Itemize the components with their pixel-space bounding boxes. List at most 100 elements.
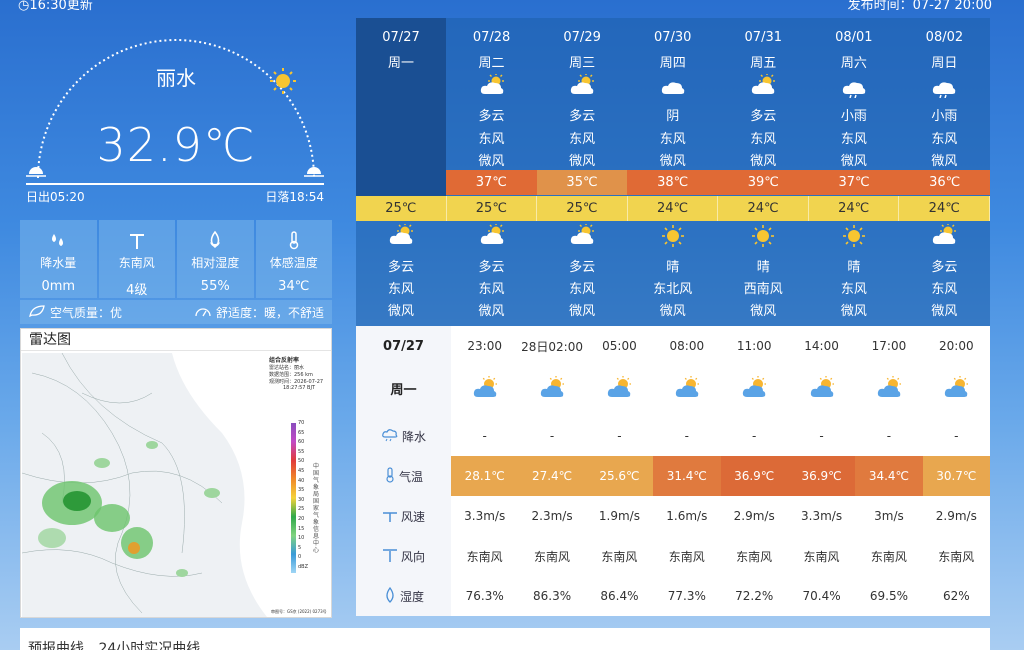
humidity-icon [177, 230, 254, 252]
hourly-humidity: 62% [942, 589, 970, 603]
hourly-humidity: 72.2% [735, 589, 774, 603]
day-weather: 小雨 [931, 109, 958, 124]
day-wind-direction: 东风 [659, 132, 686, 147]
forecast-weekday: 周三 [569, 56, 596, 71]
partly-cloudy-night-icon [356, 223, 446, 248]
light-rain-icon [899, 74, 989, 99]
current-stats: 降水量 0mm 东南风 4级 相对湿度 55% 体感温度 34℃ [20, 220, 332, 298]
forecast-day-0[interactable]: 07/27 周一 多云 东风 微风 [356, 18, 446, 319]
hourly-rain: - [684, 429, 689, 443]
hourly-wind-speed: 1.9m/s [598, 509, 640, 523]
night-wind-direction: 东风 [478, 282, 505, 297]
day-weather: 多云 [750, 109, 777, 124]
forecast-weekday: 周五 [750, 56, 777, 71]
hourly-temp: 25.6℃ [585, 456, 654, 496]
night-weather: 多云 [569, 260, 596, 275]
day-weather: 多云 [478, 109, 505, 124]
wind-direction-icon [382, 547, 398, 566]
high-temp-band: 37℃ 35℃ 38℃ 39℃ 37℃ 36℃ [446, 170, 991, 195]
night-weather: 晴 [847, 260, 861, 275]
hourly-icon-row: 周一 [356, 368, 990, 408]
night-wind-level: 微风 [569, 304, 596, 319]
thermometer-icon [256, 230, 333, 252]
hourly-wind-speed: 2.9m/s [733, 509, 775, 523]
low-temp: 25℃ [356, 196, 447, 221]
partly-cloudy-icon [899, 223, 989, 248]
forecast-date: 07/31 [744, 30, 782, 45]
low-temp: 24℃ [628, 196, 719, 221]
partly-cloudy-icon [721, 368, 788, 408]
hourly-rain-row: 降水 - - - - - - - - [356, 416, 990, 456]
publish-time: 发布时间：07-27 20:00 [847, 0, 992, 13]
hourly-wind-direction: 东南风 [466, 549, 503, 564]
hourly-humidity: 77.3% [667, 589, 706, 603]
overcast-icon [628, 74, 718, 98]
hourly-rain: - [482, 429, 487, 443]
forecast-weekday: 周日 [931, 56, 958, 71]
partly-cloudy-icon [855, 368, 922, 408]
wind-speed-icon [382, 507, 398, 526]
forecast-date: 07/28 [472, 30, 511, 45]
day-weather: 小雨 [840, 109, 867, 124]
radar-range: 数据范围：256 km [269, 372, 313, 378]
hourly-date: 07/27 [383, 338, 424, 354]
air-quality-text: 空气质量：优 [50, 305, 123, 320]
day-wind-level: 微风 [750, 154, 777, 169]
hourly-humidity: 69.5% [869, 589, 908, 603]
day-wind-level: 微风 [478, 154, 505, 169]
stat-precipitation: 降水量 0mm [20, 220, 97, 298]
forecast-weekday: 周二 [478, 56, 505, 71]
radar-map[interactable] [22, 353, 267, 617]
night-weather: 多云 [387, 260, 414, 275]
high-temp: 39℃ [718, 170, 809, 195]
forecast-date: 08/01 [835, 30, 873, 45]
current-weather-panel: 丽水 32.9℃ 日出05:20 日落18:54 [20, 18, 332, 218]
hourly-rain: - [954, 429, 959, 443]
radar-title: 雷达图 [21, 329, 331, 351]
day-wind-direction: 东风 [840, 132, 867, 147]
humidity-label: 湿度 [399, 589, 424, 604]
tab-forecast-curve[interactable]: 预报曲线 [28, 641, 84, 650]
night-weather: 多云 [931, 260, 958, 275]
hourly-humidity: 76.3% [465, 589, 504, 603]
night-weather: 晴 [756, 260, 770, 275]
hourly-time: 11:00 [736, 339, 772, 353]
hourly-temp: 36.9℃ [787, 456, 856, 496]
stat-wind: 东南风 4级 [98, 220, 176, 298]
high-temp: 37℃ [808, 170, 900, 195]
forecast-weekday: 周一 [387, 56, 414, 71]
wind-speed-label: 风速 [400, 509, 425, 524]
day-weather: 阴 [666, 109, 680, 124]
night-wind-direction: 东风 [569, 282, 596, 297]
radar-color-scale [291, 423, 296, 573]
hourly-temp: 30.7℃ [922, 456, 990, 496]
hourly-time-row: 07/27 23:00 28日02:00 05:00 08:00 11:00 14:00 1… [356, 326, 990, 366]
partly-cloudy-icon [447, 223, 537, 248]
sunny-icon [809, 224, 899, 248]
hourly-weekday: 周一 [390, 382, 417, 398]
sunny-icon [718, 224, 808, 248]
hourly-time: 14:00 [804, 339, 839, 353]
day-wind-direction: 东风 [931, 132, 958, 147]
hourly-rain: - [549, 429, 555, 443]
night-wind-direction: 东北风 [653, 282, 693, 297]
tab-24h-curve[interactable]: 24小时实况曲线 [98, 641, 200, 650]
rain-label: 降水 [401, 429, 426, 444]
thermometer-small-icon [384, 466, 396, 486]
hourly-wind-speed-row: 风速 3.3m/s 2.3m/s 1.9m/s 1.6m/s 2.9m/s 3.3m/s 3… [356, 496, 990, 536]
rain-cloud-icon [381, 428, 399, 445]
hourly-rain: - [819, 429, 824, 443]
hourly-humidity-row: 湿度 76.3% 86.3% 86.4% 77.3% 72.2% 70.4% 69.5% 62… [356, 576, 990, 616]
radar-legend-title: 组合反射率 [269, 357, 300, 364]
hourly-wind-speed: 1.6m/s [666, 509, 708, 523]
wind-turbine-icon [99, 230, 176, 252]
hourly-wind-speed: 2.9m/s [935, 509, 977, 523]
hourly-wind-speed: 3.3m/s [801, 509, 843, 523]
day-wind-level: 微风 [659, 154, 686, 169]
partly-cloudy-icon [788, 368, 855, 408]
hourly-time: 05:00 [602, 339, 637, 353]
night-wind-direction: 东风 [931, 282, 958, 297]
day-wind-level: 微风 [569, 154, 596, 169]
forecast-date: 07/27 [382, 30, 420, 45]
hourly-rain: - [617, 429, 622, 443]
